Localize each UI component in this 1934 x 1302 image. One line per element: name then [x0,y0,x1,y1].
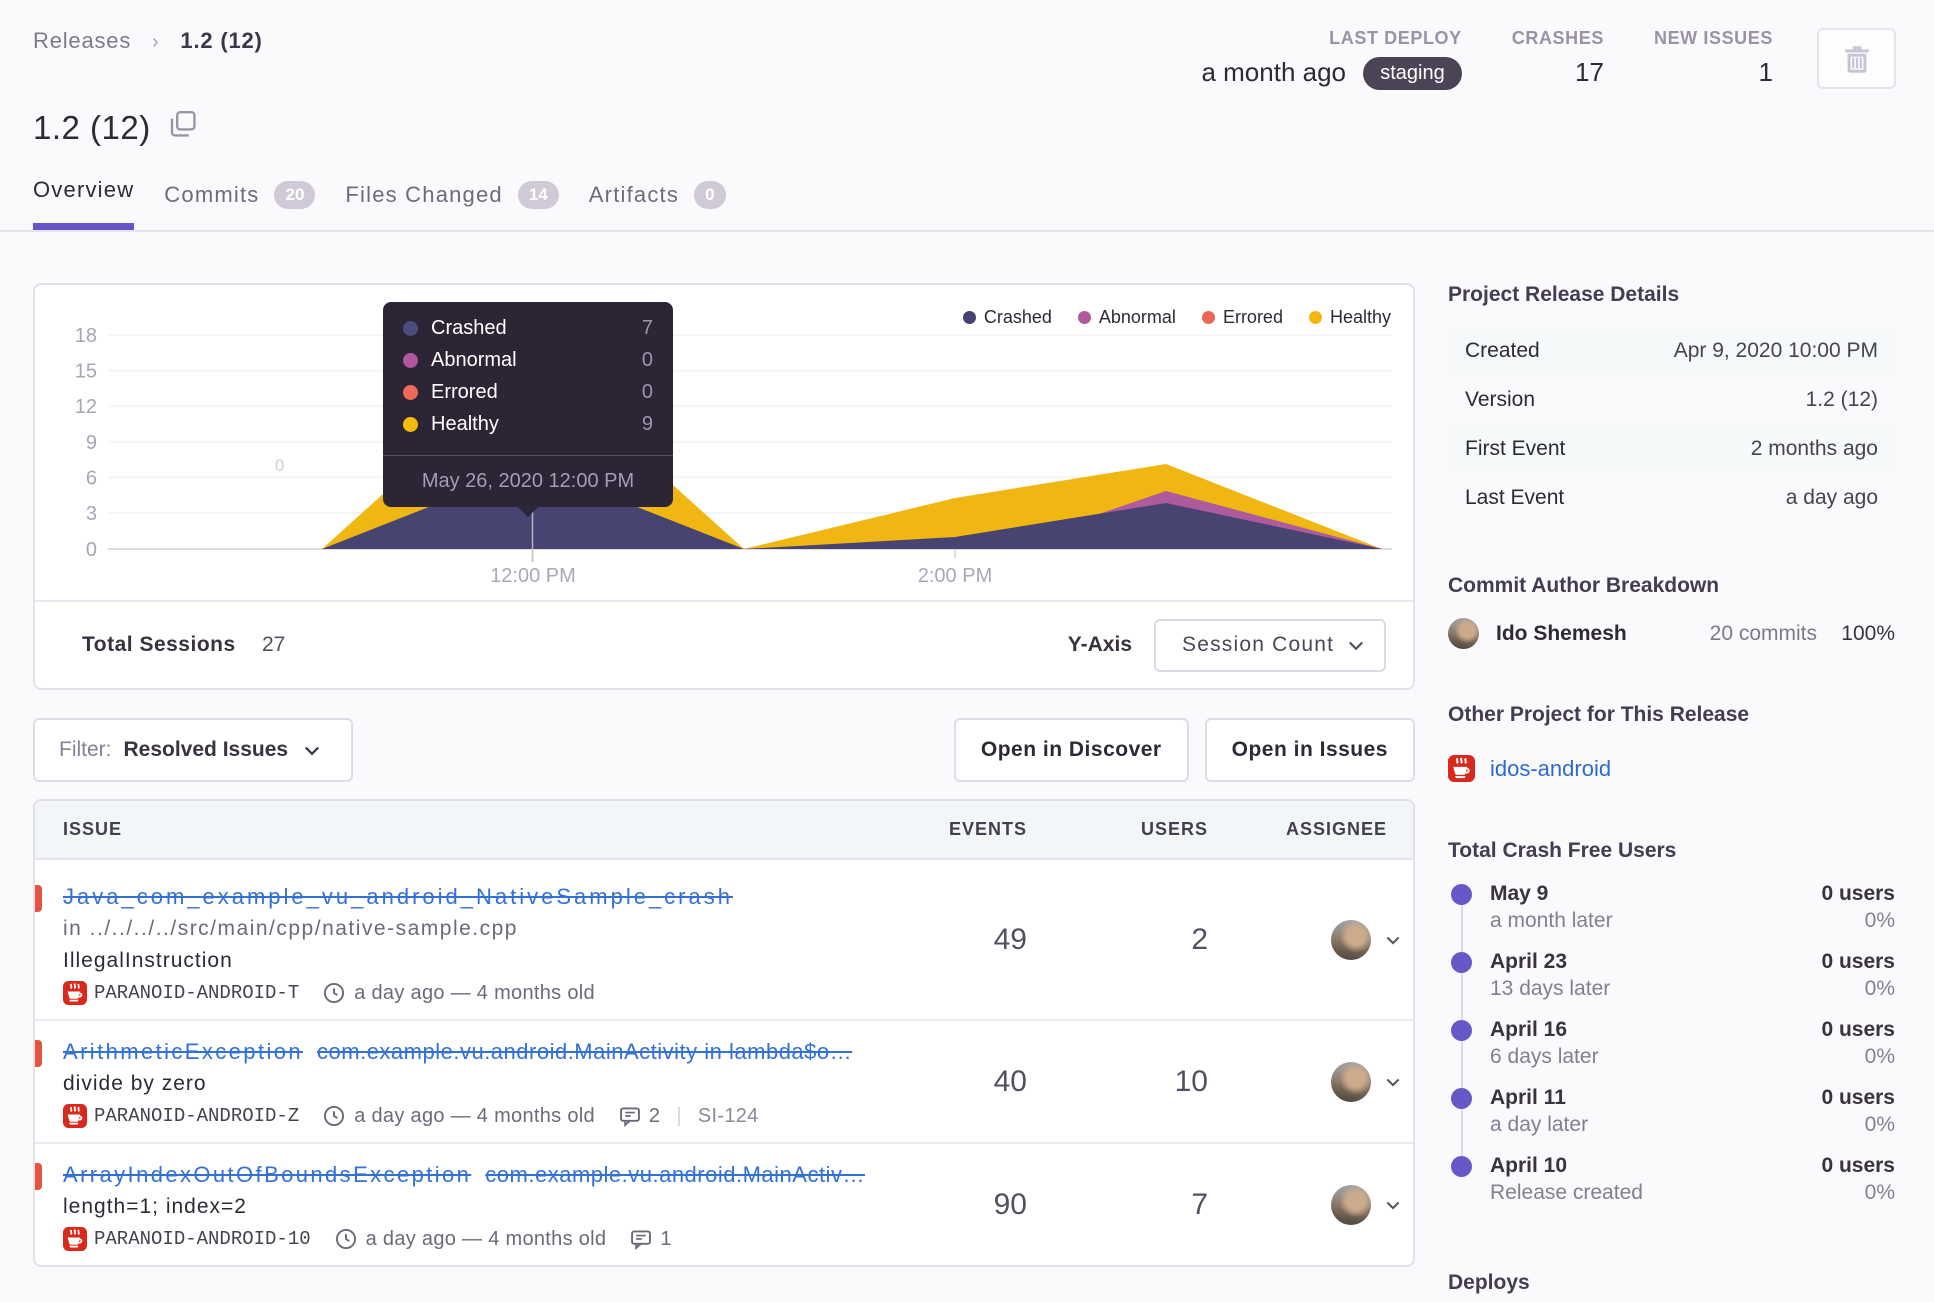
svg-text:15: 15 [75,361,97,383]
svg-text:3: 3 [86,503,97,525]
svg-text:6: 6 [86,467,97,489]
svg-text:12:00 PM: 12:00 PM [490,565,576,587]
svg-text:2:00 PM: 2:00 PM [918,565,992,587]
svg-text:0: 0 [275,456,284,475]
svg-text:0: 0 [86,539,97,561]
svg-text:12: 12 [75,396,97,418]
svg-text:9: 9 [86,432,97,454]
svg-text:18: 18 [75,325,97,347]
